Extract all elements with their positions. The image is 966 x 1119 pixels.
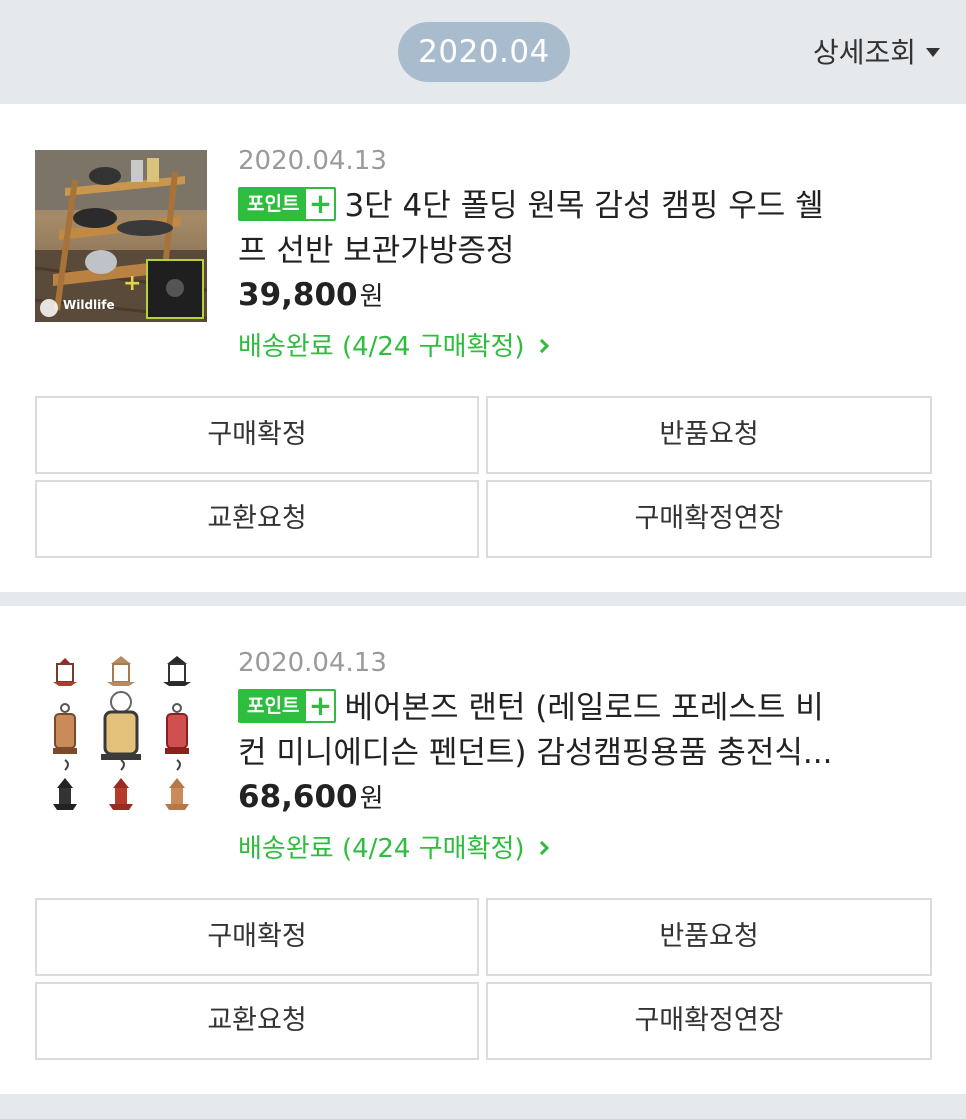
top-bar: 2020.04 상세조회 xyxy=(0,0,966,104)
product-title[interactable]: 포인트 + 베어본즈 랜턴 (레일로드 포레스트 비 컨 미니에디슨 펜던트) … xyxy=(238,686,918,776)
product-title[interactable]: 포인트 + 3단 4단 폴딩 원목 감성 캠핑 우드 쉘 프 선반 보관가방증정 xyxy=(238,184,918,274)
chevron-right-icon xyxy=(534,338,549,353)
svg-text:+: + xyxy=(123,271,141,296)
point-plus-badge: 포인트 + xyxy=(238,688,337,723)
plus-icon: + xyxy=(308,186,333,220)
detail-view-button[interactable]: 상세조회 xyxy=(813,30,940,72)
point-plus-badge: 포인트 + xyxy=(238,186,337,221)
currency-unit: 원 xyxy=(359,784,384,814)
plus-icon: + xyxy=(308,688,333,722)
price-value: 39,800 xyxy=(238,277,358,313)
month-pill: 2020.04 xyxy=(398,22,570,82)
order-card: 2020.04.13 포인트 + 베어본즈 랜턴 (레일로드 포레스트 비 컨 … xyxy=(0,606,966,1094)
product-title-line2: 프 선반 보관가방증정 xyxy=(238,233,515,269)
lantern-product-image xyxy=(53,656,191,810)
shipping-status-text: 배송완료 (4/24 구매확정) xyxy=(238,332,525,362)
order-date: 2020.04.13 xyxy=(238,648,387,678)
shipping-status-text: 배송완료 (4/24 구매확정) xyxy=(238,834,525,864)
product-price: 39,800원 xyxy=(238,276,384,313)
product-thumbnail[interactable] xyxy=(35,652,207,824)
order-date: 2020.04.13 xyxy=(238,146,387,176)
thumb-brand-text: Wildlife xyxy=(63,298,115,312)
exchange-request-button[interactable]: 교환요청 xyxy=(35,480,479,558)
currency-unit: 원 xyxy=(359,282,384,312)
exchange-request-button[interactable]: 교환요청 xyxy=(35,982,479,1060)
point-badge-label: 포인트 xyxy=(240,188,307,219)
order-card: + Wildlife 2020.04.13 포인트 + 3단 4단 폴딩 원목 … xyxy=(0,104,966,592)
price-value: 68,600 xyxy=(238,779,358,815)
chevron-right-icon xyxy=(534,840,549,855)
return-request-button[interactable]: 반품요청 xyxy=(486,396,932,474)
extend-confirmation-button[interactable]: 구매확정연장 xyxy=(486,480,932,558)
point-badge-label: 포인트 xyxy=(240,690,307,721)
caret-down-icon xyxy=(926,48,940,57)
product-thumbnail[interactable]: + Wildlife xyxy=(35,150,207,322)
product-price: 68,600원 xyxy=(238,778,384,815)
detail-view-label: 상세조회 xyxy=(812,36,916,69)
confirm-purchase-button[interactable]: 구매확정 xyxy=(35,396,479,474)
lantern-icon xyxy=(53,658,77,686)
product-title-line2: 컨 미니에디슨 펜던트) 감성캠핑용품 충전식... xyxy=(238,735,833,771)
product-title-line1: 베어본즈 랜턴 (레일로드 포레스트 비 xyxy=(344,690,824,726)
shelf-product-image: + xyxy=(35,150,207,322)
extend-confirmation-button[interactable]: 구매확정연장 xyxy=(486,982,932,1060)
product-title-line1: 3단 4단 폴딩 원목 감성 캠핑 우드 쉘 xyxy=(344,188,824,224)
shipping-status-link[interactable]: 배송완료 (4/24 구매확정) xyxy=(238,828,549,865)
shipping-status-link[interactable]: 배송완료 (4/24 구매확정) xyxy=(238,326,549,363)
confirm-purchase-button[interactable]: 구매확정 xyxy=(35,898,479,976)
return-request-button[interactable]: 반품요청 xyxy=(486,898,932,976)
